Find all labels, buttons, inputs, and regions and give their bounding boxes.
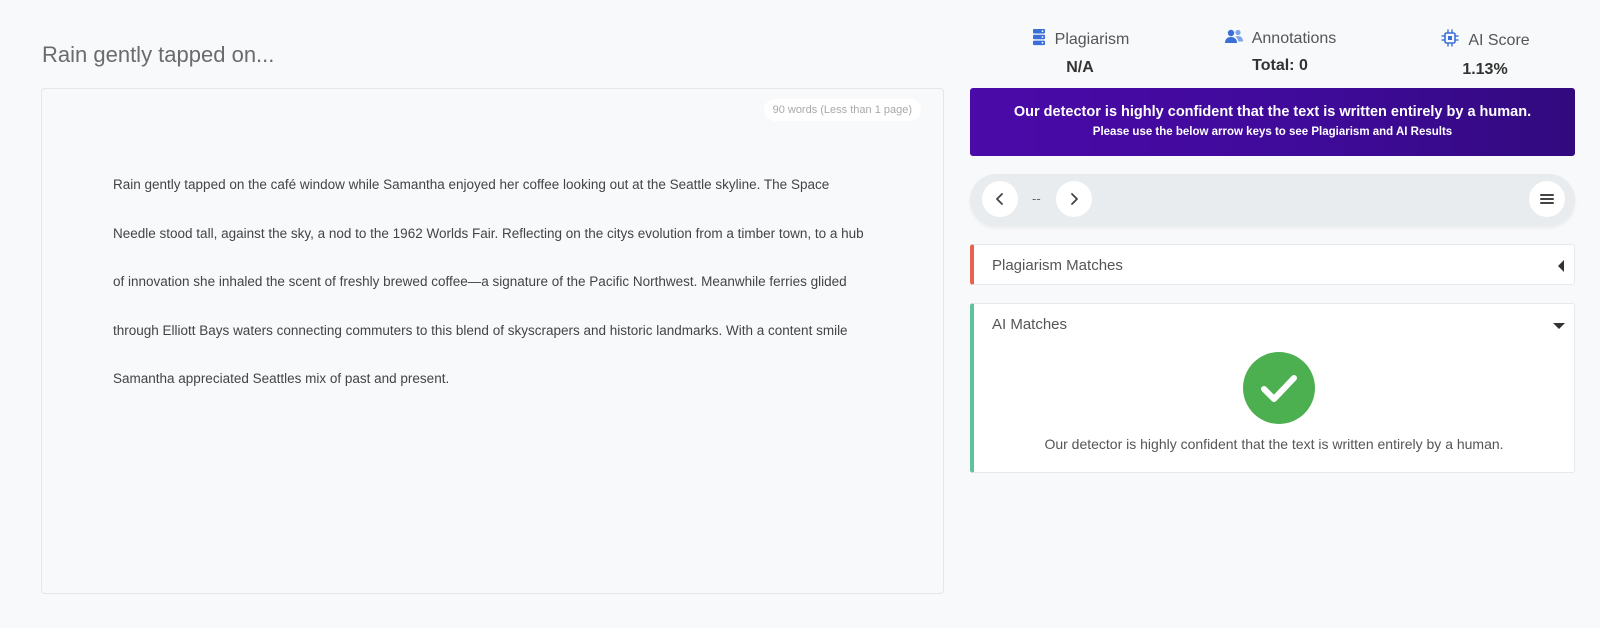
match-position: -- (1032, 191, 1041, 206)
plagiarism-matches-toggle[interactable] (1556, 259, 1566, 277)
document-line: through Elliott Bays waters connecting c… (113, 322, 848, 338)
stat-plagiarism: Plagiarism N/A (1020, 28, 1140, 77)
stat-annotations-value: Total: 0 (1252, 57, 1308, 74)
stat-plagiarism-value: N/A (1066, 59, 1094, 76)
document-line: of innovation she inhaled the scent of f… (113, 274, 847, 290)
caret-left-icon (1558, 260, 1564, 272)
chevron-left-icon (996, 193, 1003, 205)
document-line: Needle stood tall, against the sky, a no… (113, 225, 864, 241)
database-icon (1031, 28, 1055, 51)
document-line: Rain gently tapped on the café window wh… (113, 177, 830, 192)
stat-annotations: Annotations Total: 0 (1215, 28, 1345, 75)
check-icon (1261, 375, 1297, 402)
word-count-badge: 90 words (Less than 1 page) (763, 99, 921, 121)
ai-matches-panel: AI Matches Our detector is highly confid… (970, 303, 1575, 473)
ai-matches-toggle[interactable] (1552, 318, 1566, 336)
document-title: Rain gently tapped on... (42, 42, 275, 67)
users-icon (1224, 28, 1252, 49)
document-panel: 90 words (Less than 1 page) Rain gently … (41, 88, 944, 594)
previous-match-button[interactable] (982, 181, 1018, 217)
hamburger-menu-icon (1540, 194, 1554, 204)
banner-title: Our detector is highly confident that th… (1013, 104, 1532, 120)
ai-result-text: Our detector is highly confident that th… (1044, 436, 1504, 452)
plagiarism-matches-panel[interactable]: Plagiarism Matches (970, 244, 1575, 285)
stat-annotations-label: Annotations (1251, 29, 1337, 47)
check-circle-icon (1243, 352, 1315, 424)
document-body: Rain gently tapped on the café window wh… (113, 161, 883, 404)
stat-ai-score-label: AI Score (1468, 31, 1530, 49)
stat-ai-score: AI Score 1.13% (1430, 28, 1540, 79)
result-banner: Our detector is highly confident that th… (970, 88, 1575, 156)
chevron-right-icon (1071, 193, 1078, 205)
plagiarism-matches-header: Plagiarism Matches (992, 257, 1123, 274)
caret-down-icon (1553, 323, 1565, 329)
match-navigation-bar: -- (970, 174, 1575, 226)
stat-ai-score-value: 1.13% (1462, 61, 1508, 78)
stat-plagiarism-label: Plagiarism (1054, 30, 1130, 48)
banner-subtitle: Please use the below arrow keys to see P… (1092, 126, 1453, 138)
ai-matches-header[interactable]: AI Matches (992, 316, 1067, 333)
menu-button[interactable] (1529, 181, 1565, 217)
stats-row: Plagiarism N/A Annotations Total: 0 AI S… (970, 28, 1580, 80)
document-line: Samantha appreciated Seattles mix of pas… (113, 371, 450, 387)
next-match-button[interactable] (1056, 181, 1092, 217)
chip-icon (1440, 28, 1468, 53)
